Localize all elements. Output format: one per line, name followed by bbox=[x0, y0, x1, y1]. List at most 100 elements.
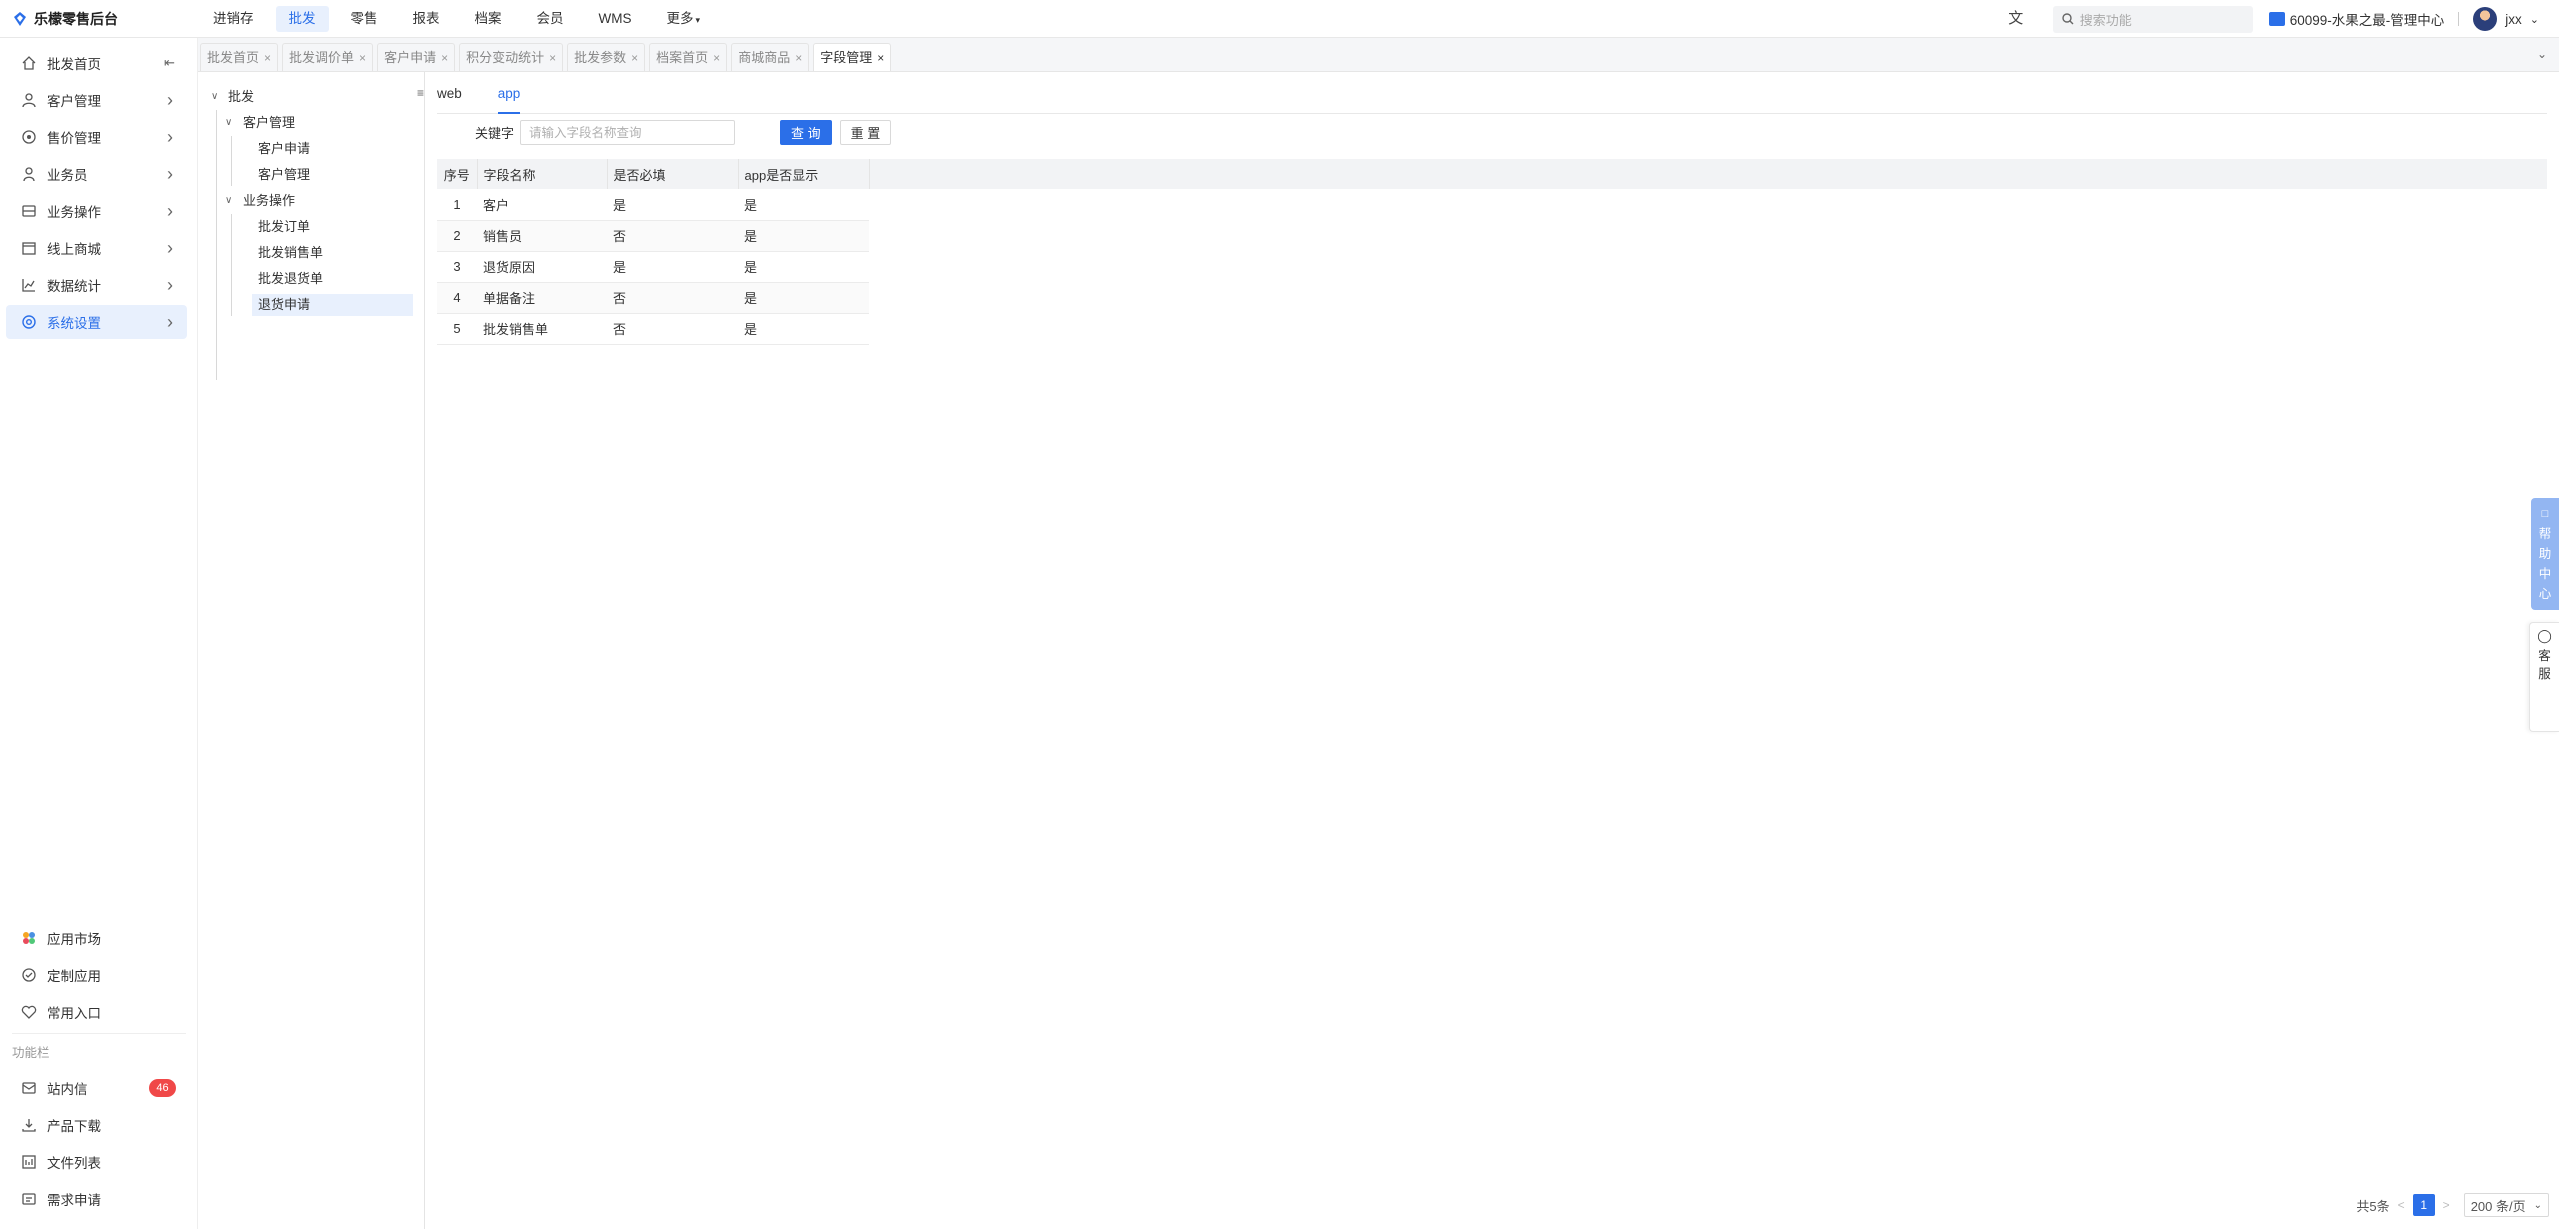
sidebar-item[interactable]: 售价管理 › bbox=[6, 120, 187, 154]
top-nav-item[interactable]: 档案 bbox=[462, 6, 515, 32]
chevron-down-icon[interactable]: ∨ bbox=[225, 117, 232, 128]
top-nav-label: 更多 bbox=[666, 10, 694, 26]
sidebar-item[interactable]: 线上商城 › bbox=[6, 231, 187, 265]
prev-page-icon[interactable]: < bbox=[2398, 1198, 2405, 1212]
page-tab[interactable]: 客户申请 × bbox=[377, 43, 456, 72]
request-icon bbox=[20, 1190, 38, 1208]
chevron-down-icon[interactable]: ⌄ bbox=[2537, 47, 2547, 61]
user-menu[interactable]: jxx ⌄ bbox=[2473, 7, 2539, 31]
top-nav-item[interactable]: 报表 bbox=[400, 6, 453, 32]
top-nav-item[interactable]: 进销存 bbox=[200, 6, 267, 32]
keyword-input[interactable] bbox=[520, 120, 736, 145]
tab-label: 商城商品 bbox=[738, 49, 791, 65]
tree-node[interactable]: 退货申请 bbox=[252, 294, 413, 316]
translate-icon[interactable]: 文 bbox=[2007, 10, 2025, 28]
collapse-panel-icon[interactable]: ≡ bbox=[417, 86, 424, 100]
sidebar-item[interactable]: 数据统计 › bbox=[6, 268, 187, 302]
page-tab[interactable]: 积分变动统计 × bbox=[459, 43, 564, 72]
page-size-value: 200 条/页 bbox=[2470, 1198, 2526, 1214]
top-nav-item[interactable]: 会员 bbox=[524, 6, 577, 32]
collapse-sidebar-icon[interactable]: ⇤ bbox=[164, 55, 175, 71]
page-tab[interactable]: 批发参数 × bbox=[567, 43, 646, 72]
function-search[interactable]: 搜索功能 bbox=[2052, 5, 2253, 33]
tree-node[interactable]: 批发退货单 bbox=[258, 268, 323, 290]
page-tab[interactable]: 批发调价单 × bbox=[282, 43, 374, 72]
close-icon[interactable]: × bbox=[877, 44, 884, 72]
sidebar: 批发首页 ⇤ 客户管理 › 售价管理 › 业务员 › 业务操作 › 线上商城 › 数据统计 › 系统设置 › … bbox=[0, 38, 198, 1229]
sidebar-item[interactable]: 常用入口 bbox=[6, 995, 188, 1029]
sidebar-item[interactable]: 应用市场 bbox=[6, 921, 188, 955]
sidebar-item[interactable]: 文件列表 bbox=[6, 1145, 188, 1179]
search-icon bbox=[2062, 13, 2074, 25]
close-icon[interactable]: × bbox=[713, 44, 720, 72]
column-header: 是否必填 bbox=[607, 159, 739, 189]
close-icon[interactable]: × bbox=[631, 44, 638, 72]
close-icon[interactable]: × bbox=[264, 44, 271, 72]
tree-node[interactable]: 批发订单 bbox=[258, 216, 310, 238]
file-list-icon bbox=[20, 1153, 38, 1171]
sidebar-item[interactable]: 业务员 › bbox=[6, 157, 187, 191]
sidebar-item[interactable]: 定制应用 bbox=[6, 958, 188, 992]
tree-node[interactable]: 客户管理 bbox=[243, 112, 295, 134]
page-size-select[interactable]: 200 条/页 ⌄ bbox=[2463, 1193, 2549, 1217]
sidebar-item[interactable]: 批发首页 ⇤ bbox=[6, 46, 187, 80]
user-name: jxx bbox=[2505, 11, 2522, 27]
sidebar-item[interactable]: 产品下载 bbox=[6, 1108, 188, 1142]
sidebar-item[interactable]: 需求申请 bbox=[6, 1182, 188, 1216]
sidebar-item[interactable]: 客户管理 › bbox=[6, 83, 187, 117]
fields-table: 序号 字段名称 是否必填 app是否显示 1 客户是是 2 销售员否是 3 退货原因是是 4… bbox=[437, 159, 870, 345]
platform-tab[interactable]: web bbox=[437, 84, 462, 114]
tab-label: 批发调价单 bbox=[289, 49, 355, 65]
sidebar-item[interactable]: 业务操作 › bbox=[6, 194, 187, 228]
help-center-button[interactable]: □ 帮 助 中 心 bbox=[2531, 498, 2559, 610]
top-nav-item[interactable]: 批发 bbox=[275, 5, 329, 32]
app-logo[interactable]: 乐檬零售后台 bbox=[0, 9, 200, 29]
divider bbox=[12, 1033, 186, 1034]
app-visible-value: 是 bbox=[738, 189, 869, 221]
page-tab[interactable]: 档案首页 × bbox=[649, 43, 728, 72]
field-name: 销售员 bbox=[477, 220, 607, 252]
keyword-label: 关键字 bbox=[475, 126, 515, 141]
required-value: 是 bbox=[607, 251, 738, 283]
query-button[interactable]: 查 询 bbox=[780, 120, 832, 145]
category-tree: ≡ ∨ 批发 ∨ 客户管理 客户申请 客户管理 ∨ 业务操作 批发订单 批发销售单 批发退货单 退货申… bbox=[198, 72, 425, 1229]
sidebar-item[interactable]: 系统设置 › bbox=[6, 305, 187, 339]
tree-node[interactable]: 批发 bbox=[228, 86, 254, 108]
tab-label: 客户申请 bbox=[384, 49, 437, 65]
close-icon[interactable]: × bbox=[549, 44, 556, 72]
page-tab[interactable]: 批发首页 × bbox=[200, 43, 279, 72]
platform-tabs: web app bbox=[437, 84, 2547, 114]
tree-node[interactable]: 客户申请 bbox=[258, 138, 310, 160]
top-bar: 乐檬零售后台 进销存 批发 零售 报表 档案 会员 WMS 更多 ▾ 文 搜索功能 60099-… bbox=[0, 0, 2559, 38]
top-nav-item[interactable]: 零售 bbox=[338, 6, 391, 32]
close-icon[interactable]: × bbox=[359, 44, 366, 72]
operation-icon bbox=[20, 202, 38, 220]
close-icon[interactable]: × bbox=[441, 44, 448, 72]
next-page-icon[interactable]: > bbox=[2443, 1198, 2450, 1212]
field-name: 批发销售单 bbox=[477, 313, 607, 345]
sidebar-item-label: 常用入口 bbox=[47, 1006, 101, 1021]
chevron-down-icon[interactable]: ∨ bbox=[225, 195, 232, 206]
reset-button[interactable]: 重 置 bbox=[839, 120, 892, 145]
page-tab[interactable]: 字段管理 × bbox=[813, 43, 892, 72]
app-market-icon bbox=[20, 929, 38, 947]
tree-node[interactable]: 客户管理 bbox=[258, 164, 310, 186]
tree-node[interactable]: 批发销售单 bbox=[258, 242, 323, 264]
chevron-down-icon[interactable]: ∨ bbox=[211, 91, 218, 102]
sidebar-item-label: 业务员 bbox=[47, 168, 88, 183]
sidebar-item-label: 系统设置 bbox=[47, 316, 101, 331]
chevron-right-icon: › bbox=[167, 274, 173, 295]
close-icon[interactable]: × bbox=[795, 44, 802, 72]
sidebar-item-label: 产品下载 bbox=[47, 1119, 101, 1134]
sidebar-item[interactable]: 站内信 46 bbox=[6, 1071, 188, 1105]
caret-down-icon: ▾ bbox=[695, 14, 701, 25]
customer-service-button[interactable]: ◯ 客 服 bbox=[2529, 622, 2559, 732]
tree-node[interactable]: 业务操作 bbox=[243, 190, 295, 212]
store-selector[interactable]: 60099-水果之最-管理中心 bbox=[2268, 9, 2444, 29]
platform-tab[interactable]: app bbox=[497, 84, 521, 114]
page-tab[interactable]: 商城商品 × bbox=[731, 43, 810, 72]
top-nav-item[interactable]: WMS bbox=[586, 6, 645, 32]
page-number[interactable]: 1 bbox=[2412, 1194, 2435, 1216]
top-nav-item[interactable]: 更多 ▾ bbox=[654, 6, 714, 32]
message-icon: □ bbox=[2541, 508, 2549, 520]
